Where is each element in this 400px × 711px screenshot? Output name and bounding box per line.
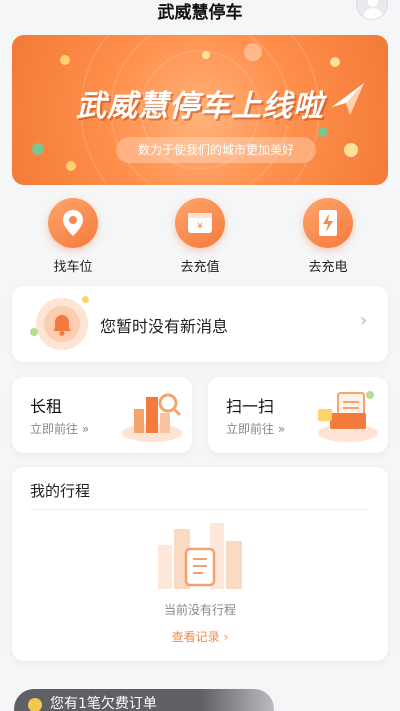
long-rent-card[interactable]: 长租 立即前往 » <box>12 377 192 453</box>
decor-dot <box>244 43 262 61</box>
message-card[interactable]: 您暂时没有新消息 › <box>12 286 388 362</box>
empty-trips-text: 当前没有行程 <box>163 603 236 617</box>
decor-dot <box>66 161 76 171</box>
scan-link[interactable]: 立即前往 » <box>226 420 285 437</box>
long-rent-title: 长租 <box>30 397 63 416</box>
long-rent-link[interactable]: 立即前往 » <box>30 420 89 437</box>
avatar-body-shape <box>363 8 383 19</box>
wallet-icon: ¥ <box>175 198 225 248</box>
trips-card: 我的行程 当前没有行程 查看记录 › <box>12 467 388 661</box>
quick-action-label: 找车位 <box>53 260 93 275</box>
top-bar: 武威慧停车 <box>0 0 400 30</box>
app-title: 武威慧停车 <box>157 3 243 23</box>
building-chart-illustration <box>122 393 182 442</box>
message-text: 您暂时没有新消息 <box>100 317 229 336</box>
divider <box>30 509 370 510</box>
quick-action-label: 去充电 <box>308 260 348 275</box>
trips-title: 我的行程 <box>30 482 91 500</box>
decor-dot <box>32 143 44 155</box>
location-pin-icon <box>48 198 98 248</box>
decor-dot <box>330 57 340 67</box>
view-records-label: 查看记录 <box>171 630 220 644</box>
quick-action-recharge[interactable]: ¥ 去充值 <box>165 198 235 275</box>
scan-illustration <box>318 391 378 442</box>
double-chevron-icon: » <box>277 422 286 436</box>
scan-card[interactable]: 扫一扫 立即前往 » <box>208 377 388 453</box>
banner-subtitle: 数力于使我们的城市更加美好 <box>116 137 316 163</box>
view-records-link[interactable]: 查看记录 › <box>12 628 388 645</box>
decor-dot <box>202 51 210 59</box>
chevron-right-icon: › <box>360 310 368 331</box>
bell-icon <box>44 306 80 342</box>
quick-action-find-parking[interactable]: 找车位 <box>38 198 108 275</box>
long-rent-link-label: 立即前往 <box>30 422 79 436</box>
charging-icon <box>303 198 353 248</box>
quick-action-label: 去充值 <box>180 260 220 275</box>
arrow-icon <box>332 83 364 115</box>
quick-action-charging[interactable]: 去充电 <box>293 198 363 275</box>
coin-icon <box>28 698 42 711</box>
chevron-right-icon: › <box>223 630 229 644</box>
svg-text:¥: ¥ <box>197 222 203 232</box>
message-icon-halo <box>30 296 89 350</box>
scan-title: 扫一扫 <box>226 397 275 416</box>
empty-trip-illustration <box>158 523 242 589</box>
scan-link-label: 立即前往 <box>226 422 275 436</box>
toast-text: 您有1笔欠费订单 <box>50 696 157 711</box>
decor-dot <box>30 328 38 336</box>
decor-dot <box>60 55 70 65</box>
promo-banner[interactable]: 武威慧停车上线啦 数力于使我们的城市更加美好 <box>12 35 388 185</box>
avatar-head-shape <box>368 0 378 7</box>
decor-dot <box>82 296 89 303</box>
double-chevron-icon: » <box>81 422 90 436</box>
decor-dot <box>344 143 358 157</box>
toast-fade <box>200 689 320 711</box>
decor-dot <box>318 127 328 137</box>
